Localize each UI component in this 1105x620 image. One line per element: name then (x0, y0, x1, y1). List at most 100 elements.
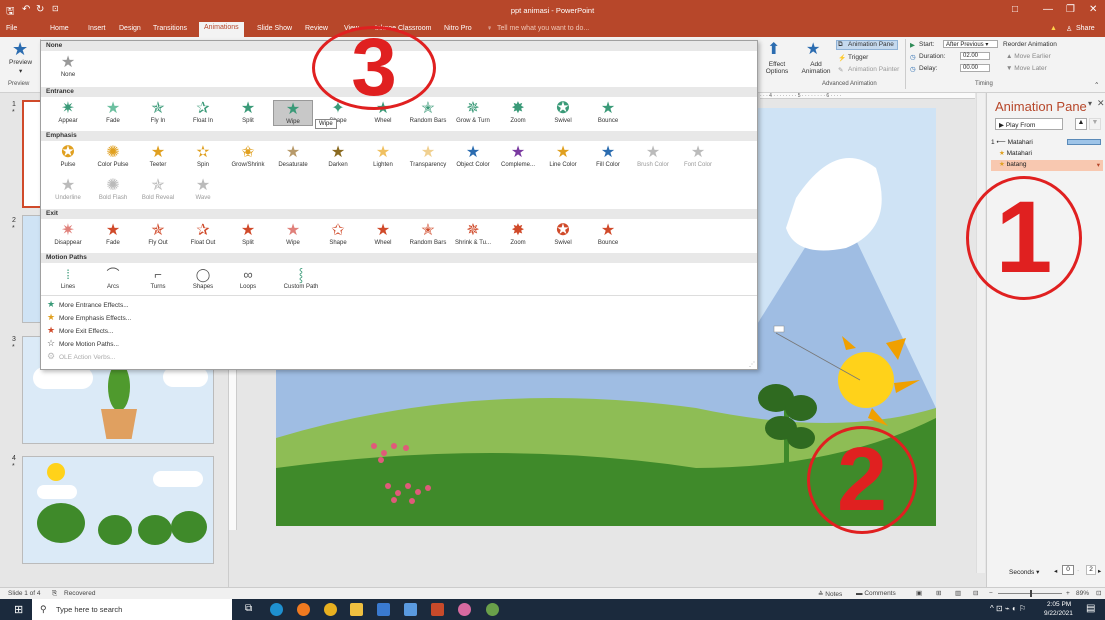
timeline-start[interactable]: 0 (1062, 565, 1074, 575)
more-emphasis-effects[interactable]: ★ More Emphasis Effects... (47, 312, 131, 323)
tab-insert[interactable]: Insert (88, 25, 106, 32)
move-up-button[interactable]: ▲ (1075, 118, 1087, 130)
vertical-scrollbar[interactable] (976, 93, 985, 573)
effect-exit-wheel[interactable]: ★ Wheel (363, 222, 403, 246)
effect-emphasis-pulse[interactable]: ✪ Pulse (48, 144, 88, 168)
effect-emphasis-fill-color[interactable]: ★ Fill Color (588, 144, 628, 168)
system-tray-icons[interactable]: ^ ⊡ ⌁ ◐ ⚐ (990, 604, 1026, 613)
effect-motion-shapes[interactable]: ◯ Shapes (183, 266, 223, 290)
slide-thumbnail-4[interactable] (22, 456, 214, 564)
effect-motion-arcs[interactable]: ⌒ Arcs (93, 266, 133, 290)
effect-entrance-grow-turn[interactable]: ✵ Grow & Turn (453, 100, 493, 124)
tell-me-search[interactable]: Tell me what you want to do... (497, 25, 589, 32)
effect-options-icon[interactable]: ⬆ (767, 39, 780, 59)
tab-animations[interactable]: Animations (199, 22, 244, 37)
start-select[interactable]: After Previous ▾ (943, 40, 998, 48)
animation-item[interactable]: ★ Matahari (991, 149, 1103, 159)
more-exit-effects[interactable]: ★ More Exit Effects... (47, 325, 113, 336)
effect-entrance-appear[interactable]: ✷ Appear (48, 100, 88, 124)
effect-emphasis-color-pulse[interactable]: ✺ Color Pulse (93, 144, 133, 168)
effect-exit-shape[interactable]: ✩ Shape (318, 222, 358, 246)
delay-spinner[interactable]: 00.00 (960, 64, 990, 72)
move-down-button[interactable]: ▼ (1089, 118, 1101, 130)
network-app-icon[interactable] (377, 603, 390, 616)
move-later-button[interactable]: ▼ Move Later (1006, 65, 1047, 72)
effect-emphasis-desaturate[interactable]: ★ Desaturate (273, 144, 313, 168)
restore-icon[interactable]: ❐ (1066, 4, 1075, 15)
zoom-in-button[interactable]: + (1066, 590, 1070, 597)
effect-emphasis-grow-shrink[interactable]: ✬ Grow/Shrink (228, 144, 268, 168)
effect-emphasis-line-color[interactable]: ★ Line Color (543, 144, 583, 168)
collapse-ribbon-icon[interactable]: ⌃ (1094, 81, 1099, 89)
effect-exit-swivel[interactable]: ✪ Swivel (543, 222, 583, 246)
animation-painter-button[interactable]: Animation Painter (848, 66, 899, 73)
firefox-icon[interactable] (297, 603, 310, 616)
notes-button[interactable]: ≙ Notes (818, 590, 842, 598)
more-entrance-effects[interactable]: ★ More Entrance Effects... (47, 299, 129, 310)
effect-entrance-float-in[interactable]: ✰ Float In (183, 100, 223, 124)
taskbar-search-box[interactable]: ⚲ Type here to search (32, 599, 232, 620)
effect-entrance-split[interactable]: ★ Split (228, 100, 268, 124)
normal-view-icon[interactable]: ▣ (916, 589, 922, 597)
effect-exit-bounce[interactable]: ★ Bounce (588, 222, 628, 246)
effect-exit-split[interactable]: ★ Split (228, 222, 268, 246)
item-dropdown-icon[interactable]: ▾ (1097, 161, 1100, 169)
zoom-level[interactable]: 89% (1076, 590, 1089, 597)
effect-exit-fly-out[interactable]: ✯ Fly Out (138, 222, 178, 246)
effect-motion-lines[interactable]: ⁞ Lines (48, 266, 88, 290)
effect-exit-shrink-turn[interactable]: ✵ Shrink & Tu... (453, 222, 493, 246)
effect-motion-turns[interactable]: ⌐ Turns (138, 266, 178, 290)
move-earlier-button[interactable]: ▲ Move Earlier (1006, 53, 1051, 60)
preview-button[interactable]: Preview (9, 59, 32, 66)
seconds-dropdown[interactable]: Seconds ▾ (1009, 568, 1039, 576)
effect-exit-fade[interactable]: ★ Fade (93, 222, 133, 246)
more-motion-paths[interactable]: ☆ More Motion Paths... (47, 338, 119, 349)
motion-path-marker[interactable] (773, 325, 785, 333)
animation-pane-button[interactable]: Animation Pane (848, 41, 894, 48)
tab-review[interactable]: Review (305, 25, 328, 32)
effect-emphasis-object-color[interactable]: ★ Object Color (453, 144, 493, 168)
tab-design[interactable]: Design (119, 25, 141, 32)
edge-icon[interactable] (270, 603, 283, 616)
share-button[interactable]: Share (1076, 25, 1095, 32)
effect-entrance-bounce[interactable]: ★ Bounce (588, 100, 628, 124)
clock-time[interactable]: 2:05 PM (1047, 601, 1071, 608)
timeline-zoom-in[interactable]: ▸ (1098, 567, 1101, 575)
pane-options-icon[interactable]: ▾ (1088, 99, 1092, 108)
effect-exit-disappear[interactable]: ✷ Disappear (48, 222, 88, 246)
comments-button[interactable]: ▬ Comments (856, 590, 896, 597)
close-icon[interactable]: ✕ (1089, 4, 1097, 15)
ribbon-display-icon[interactable]: □ (1012, 4, 1018, 15)
warning-icon[interactable]: ▲ (1050, 25, 1057, 32)
file-explorer-icon[interactable] (350, 603, 363, 616)
effect-exit-random-bars[interactable]: ✭ Random Bars (408, 222, 448, 246)
effect-emphasis-darken[interactable]: ★ Darken (318, 144, 358, 168)
slideshow-icon[interactable]: ⊟ (973, 589, 978, 597)
tab-transitions[interactable]: Transitions (153, 25, 187, 32)
play-from-button[interactable]: ▶ Play From (995, 118, 1063, 130)
effect-emphasis-transparency[interactable]: ★ Transparency (408, 144, 448, 168)
spellcheck-icon[interactable]: ⎘ (52, 590, 57, 598)
effect-exit-float-out[interactable]: ✰ Float Out (183, 222, 223, 246)
timeline-end[interactable]: 2 (1086, 565, 1096, 575)
fit-slide-icon[interactable]: ⊡ (1096, 589, 1101, 597)
paint-icon[interactable] (458, 603, 471, 616)
effect-entrance-zoom[interactable]: ✸ Zoom (498, 100, 538, 124)
effect-exit-wipe[interactable]: ★ Wipe (273, 222, 313, 246)
effect-entrance-swivel[interactable]: ✪ Swivel (543, 100, 583, 124)
add-animation-icon[interactable]: ★ (806, 39, 820, 59)
effect-entrance-fade[interactable]: ★ Fade (93, 100, 133, 124)
zoom-out-button[interactable]: − (989, 590, 993, 597)
tab-nitro[interactable]: Nitro Pro (444, 25, 472, 32)
task-view-icon[interactable]: ⧉ (245, 603, 252, 614)
tab-slide-show[interactable]: Slide Show (257, 25, 292, 32)
zoom-slider-thumb[interactable] (1030, 590, 1032, 597)
reading-view-icon[interactable]: ▥ (955, 589, 961, 597)
notifications-icon[interactable]: ▤ (1086, 603, 1095, 614)
chrome-icon[interactable] (324, 603, 337, 616)
add-animation-button[interactable]: Add Animation (800, 61, 832, 75)
trigger-button[interactable]: Trigger (848, 54, 868, 61)
effect-emphasis-complementary[interactable]: ★ Compleme... (498, 144, 538, 168)
resize-grip-icon[interactable]: ⋰ (749, 361, 755, 368)
teams-icon[interactable] (404, 603, 417, 616)
